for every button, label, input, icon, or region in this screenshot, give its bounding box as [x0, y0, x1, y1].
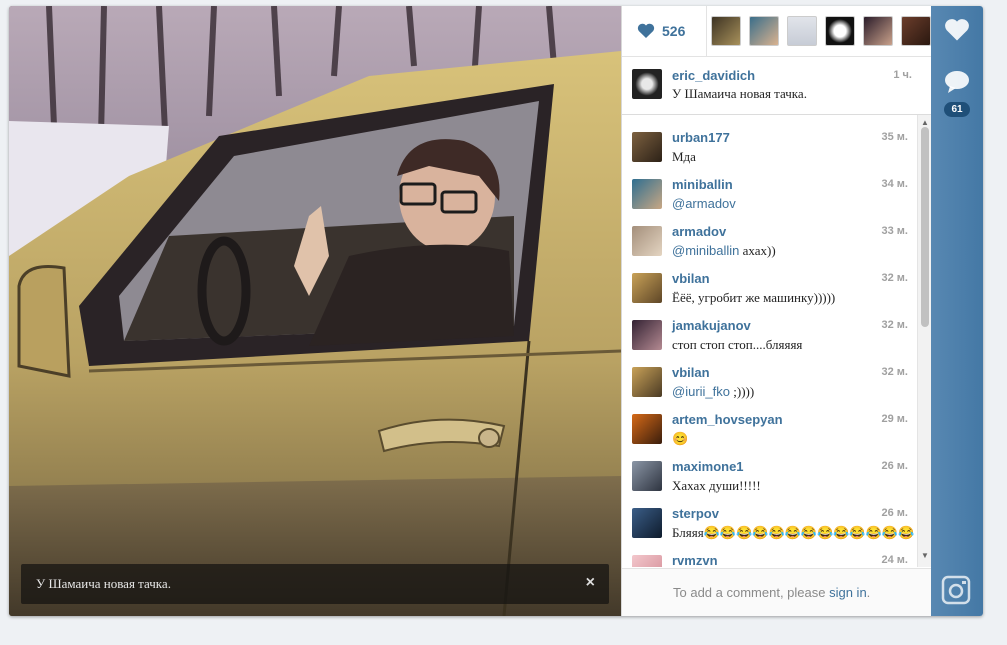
comment-list[interactable]: urban177 35 м. Мда miniballin 34 м. @arm…: [622, 115, 932, 567]
action-rail: 61: [931, 6, 983, 616]
mention-link[interactable]: @armadov: [672, 196, 736, 211]
list-item: urban177 35 м. Мда: [622, 125, 918, 171]
comment-text: Бляяя😂😂😂😂😂😂😂😂😂😂😂😂😂: [672, 525, 914, 541]
comment-time: 34 м.: [881, 178, 909, 190]
comment-body: Хахах души!!!!!: [672, 478, 761, 493]
heart-icon: [637, 23, 655, 38]
likers-list: [706, 6, 931, 56]
liker-avatar[interactable]: [825, 16, 855, 46]
avatar[interactable]: [632, 226, 662, 256]
avatar[interactable]: [632, 461, 662, 491]
comment-username[interactable]: vbilan: [672, 365, 710, 380]
avatar[interactable]: [632, 508, 662, 538]
photo-image: [9, 6, 621, 616]
comment-username[interactable]: jamakujanov: [672, 318, 751, 333]
comment-username[interactable]: vbilan: [672, 271, 710, 286]
photo[interactable]: У Шамаича новая тачка. ×: [9, 6, 621, 616]
owner-time: 1 ч.: [893, 69, 912, 81]
heart-icon[interactable]: [944, 18, 970, 42]
comment-body: Мда: [672, 149, 696, 164]
comment-text: 😊: [672, 431, 688, 447]
comment-body: Ёёё, угробит же машинку))))): [672, 290, 836, 305]
speech-bubble-icon[interactable]: [944, 70, 970, 94]
scroll-up-icon[interactable]: ▲: [921, 118, 929, 127]
list-item: maximone1 26 м. Хахах души!!!!!: [622, 454, 918, 500]
like-count-value: 526: [662, 23, 686, 39]
list-item: rvmzvn 24 м.: [622, 548, 918, 567]
comment-time: 32 м.: [881, 366, 909, 378]
comment-time: 35 м.: [881, 131, 909, 143]
comment-count-badge: 61: [944, 102, 970, 117]
avatar[interactable]: [632, 414, 662, 444]
comment-time: 29 м.: [881, 413, 909, 425]
photo-lightbox: У Шамаича новая тачка. × 526 eric_davidi…: [9, 6, 983, 616]
owner-caption: eric_davidich 1 ч. У Шамаича новая тачка…: [622, 57, 932, 115]
comment-text: @miniballin ахах)): [672, 243, 776, 259]
list-item: armadov 33 м. @miniballin ахах)): [622, 219, 918, 265]
avatar[interactable]: [632, 132, 662, 162]
comment-text: Хахах души!!!!!: [672, 478, 761, 494]
comment-text: @iurii_fko ;)))): [672, 384, 754, 400]
liker-avatar[interactable]: [711, 16, 741, 46]
list-item: miniballin 34 м. @armadov: [622, 172, 918, 218]
add-comment-prefix: To add a comment, please: [673, 585, 830, 600]
like-count[interactable]: 526: [637, 20, 685, 42]
liker-avatar[interactable]: [901, 16, 931, 46]
instagram-camera-icon[interactable]: [941, 575, 971, 605]
mention-link[interactable]: @iurii_fko: [672, 384, 730, 399]
add-comment-area: To add a comment, please sign in.: [622, 568, 932, 616]
comment-time: 24 м.: [881, 554, 909, 566]
list-item: artem_hovsepyan 29 м. 😊: [622, 407, 918, 453]
list-item: sterpov 26 м. Бляяя😂😂😂😂😂😂😂😂😂😂😂😂😂: [622, 501, 918, 547]
list-item: vbilan 32 м. @iurii_fko ;)))): [622, 360, 918, 406]
comment-body: стоп стоп стоп....бляяяя: [672, 337, 803, 352]
comment-text: Мда: [672, 149, 696, 165]
comment-body: ;)))): [730, 384, 755, 399]
comment-username[interactable]: rvmzvn: [672, 553, 718, 567]
comment-time: 33 м.: [881, 225, 909, 237]
photo-caption: У Шамаича новая тачка.: [36, 576, 171, 591]
comment-username[interactable]: urban177: [672, 130, 730, 145]
list-item: vbilan 32 м. Ёёё, угробит же машинку))))…: [622, 266, 918, 312]
comments-scrollbar[interactable]: ▲ ▼: [917, 115, 932, 567]
avatar[interactable]: [632, 555, 662, 567]
likes-bar: 526: [622, 6, 932, 57]
comment-username[interactable]: maximone1: [672, 459, 744, 474]
comment-text: Ёёё, угробит же машинку))))): [672, 290, 835, 306]
avatar[interactable]: [632, 69, 662, 99]
comment-time: 26 м.: [881, 460, 909, 472]
photo-caption-bar: У Шамаича новая тачка. ×: [21, 564, 609, 604]
comment-username[interactable]: artem_hovsepyan: [672, 412, 783, 427]
sign-in-link[interactable]: sign in: [829, 585, 867, 600]
scroll-down-icon[interactable]: ▼: [921, 551, 929, 560]
comment-username[interactable]: miniballin: [672, 177, 733, 192]
close-icon[interactable]: ×: [586, 574, 595, 592]
mention-link[interactable]: @miniballin: [672, 243, 739, 258]
comments-panel: 526 eric_davidich 1 ч. У Шамаича новая т…: [621, 6, 932, 616]
owner-username[interactable]: eric_davidich: [672, 68, 755, 83]
comment-body: 😊: [672, 431, 689, 446]
comment-time: 32 м.: [881, 272, 909, 284]
owner-caption-text: У Шамаича новая тачка.: [672, 86, 807, 101]
scrollbar-thumb[interactable]: [921, 127, 929, 327]
comment-username[interactable]: sterpov: [672, 506, 719, 521]
comment-username[interactable]: armadov: [672, 224, 726, 239]
comment-body: ахах)): [739, 243, 776, 258]
avatar[interactable]: [632, 273, 662, 303]
avatar[interactable]: [632, 179, 662, 209]
comment-body: Бляяя😂😂😂😂😂😂😂😂😂😂😂😂😂: [672, 525, 915, 540]
liker-avatar[interactable]: [749, 16, 779, 46]
avatar[interactable]: [632, 367, 662, 397]
add-comment-suffix: .: [866, 585, 871, 600]
comment-text: @armadov: [672, 196, 736, 212]
liker-avatar[interactable]: [863, 16, 893, 46]
comment-time: 26 м.: [881, 507, 909, 519]
comment-text: стоп стоп стоп....бляяяя: [672, 337, 802, 353]
avatar[interactable]: [632, 320, 662, 350]
list-item: jamakujanov 32 м. стоп стоп стоп....бляя…: [622, 313, 918, 359]
add-comment-prompt: To add a comment, please sign in.: [673, 585, 870, 600]
comment-time: 32 м.: [881, 319, 909, 331]
liker-avatar[interactable]: [787, 16, 817, 46]
